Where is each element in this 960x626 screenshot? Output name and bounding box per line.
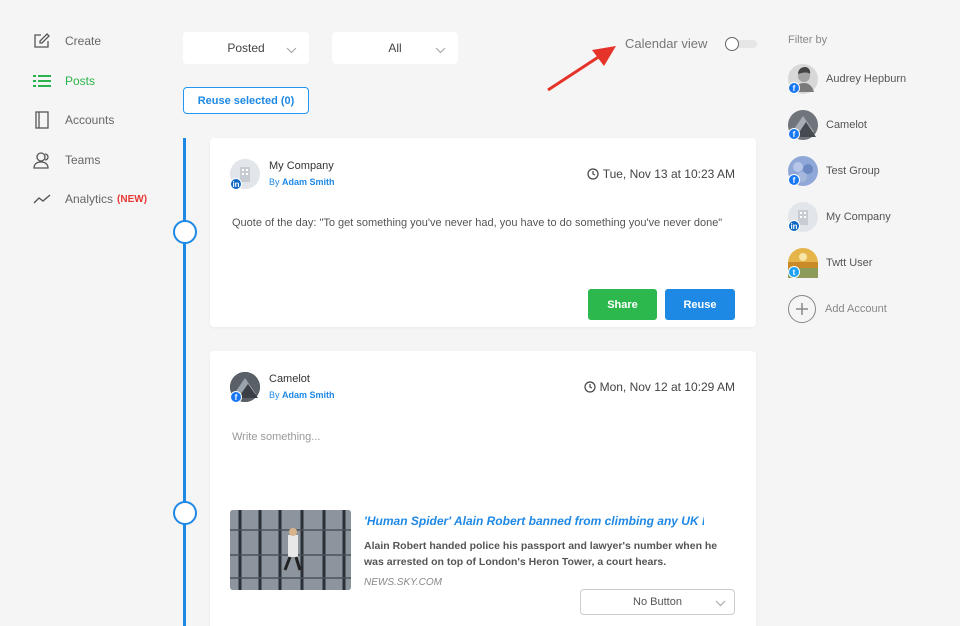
byline: By Adam Smith <box>269 390 335 400</box>
calendar-view-toggle[interactable] <box>725 37 757 51</box>
clock-icon <box>583 381 596 393</box>
filter-account-camelot[interactable]: f Camelot <box>788 110 948 140</box>
reuse-button[interactable]: Reuse <box>665 289 735 320</box>
sidebar: Create Posts Accounts Teams Analytics (N… <box>0 0 175 626</box>
share-button[interactable]: Share <box>588 289 657 320</box>
timeline-node[interactable] <box>173 501 197 525</box>
filter-title: Filter by <box>788 34 828 46</box>
list-icon <box>32 71 52 91</box>
sidebar-item-label: Teams <box>65 153 101 167</box>
chevron-down-icon <box>715 598 726 610</box>
sidebar-item-label: Accounts <box>65 113 115 127</box>
sidebar-item-label: Create <box>65 34 102 48</box>
account-name: Camelot <box>269 373 310 385</box>
sidebar-item-label: Posts <box>65 74 96 88</box>
link-preview-title[interactable]: 'Human Spider' Alain Robert banned from … <box>364 514 704 528</box>
chart-line-icon <box>32 189 52 209</box>
post-time: Tue, Nov 13 at 10:23 AM <box>587 167 735 181</box>
link-preview-description: Alain Robert handed police his passport … <box>364 540 718 568</box>
post-text: Quote of the day: "To get something you'… <box>232 217 723 229</box>
link-preview-source: NEWS.SKY.COM <box>364 577 442 588</box>
cta-button-select[interactable]: No Button <box>580 589 735 615</box>
filter-account-twtt-user[interactable]: t Twtt User <box>788 248 948 278</box>
filter-account-label: My Company <box>826 211 891 223</box>
twitter-icon: t <box>788 266 800 278</box>
clock-icon <box>587 168 599 180</box>
linkedin-icon: in <box>788 220 800 232</box>
book-icon <box>32 110 52 130</box>
calendar-view-label: Calendar view <box>625 36 708 51</box>
sidebar-item-analytics[interactable]: Analytics (NEW) <box>32 188 147 210</box>
facebook-icon: f <box>230 391 242 403</box>
status-filter-value: Posted <box>227 41 265 55</box>
filter-account-label: Camelot <box>826 119 867 131</box>
add-account-button[interactable]: Add Account <box>788 294 948 324</box>
filter-account-label: Audrey Hepburn <box>826 73 907 85</box>
sidebar-item-teams[interactable]: Teams <box>32 149 100 171</box>
sidebar-item-accounts[interactable]: Accounts <box>32 109 114 131</box>
byline: By Adam Smith <box>269 177 335 187</box>
by-prefix: By <box>269 390 280 400</box>
filter-account-test-group[interactable]: f Test Group <box>788 156 948 186</box>
filter-account-label: Twtt User <box>826 257 873 269</box>
avatar: f <box>788 156 818 186</box>
post-text-placeholder[interactable]: Write something... <box>232 431 320 443</box>
edit-icon <box>32 31 52 51</box>
toggle-knob <box>725 37 739 51</box>
arrow-annotation-icon <box>540 40 620 100</box>
sidebar-item-label: Analytics <box>65 192 114 206</box>
avatar: t <box>788 248 818 278</box>
facebook-icon: f <box>788 174 800 186</box>
type-filter-dropdown[interactable]: All <box>332 32 458 64</box>
filter-account-audrey-hepburn[interactable]: f Audrey Hepburn <box>788 64 948 94</box>
filter-account-my-company[interactable]: in My Company <box>788 202 948 232</box>
by-prefix: By <box>269 177 280 187</box>
users-icon <box>32 150 52 170</box>
post-card: in My Company By Adam Smith Tue, Nov 13 … <box>210 138 756 327</box>
facebook-icon: f <box>788 82 800 94</box>
chevron-down-icon <box>286 43 297 57</box>
author-name[interactable]: Adam Smith <box>282 390 335 400</box>
post-time-text: Tue, Nov 13 at 10:23 AM <box>602 167 735 181</box>
filter-account-label: Test Group <box>826 165 880 177</box>
sidebar-item-posts[interactable]: Posts <box>32 70 95 92</box>
avatar: f <box>788 64 818 94</box>
add-account-label: Add Account <box>825 303 887 315</box>
timeline-line <box>183 138 186 626</box>
cta-button-value: No Button <box>633 596 682 608</box>
plus-icon <box>788 295 816 323</box>
chevron-down-icon <box>435 43 446 57</box>
author-name[interactable]: Adam Smith <box>282 177 335 187</box>
account-name: My Company <box>269 160 334 172</box>
linkedin-icon: in <box>230 178 242 190</box>
new-badge: (NEW) <box>117 193 148 205</box>
facebook-icon: f <box>788 128 800 140</box>
avatar: f <box>788 110 818 140</box>
post-time: Mon, Nov 12 at 10:29 AM <box>583 380 735 394</box>
sidebar-item-create[interactable]: Create <box>32 30 101 52</box>
post-time-text: Mon, Nov 12 at 10:29 AM <box>599 380 735 394</box>
post-card: f Camelot By Adam Smith Mon, Nov 12 at 1… <box>210 351 756 626</box>
reuse-selected-button[interactable]: Reuse selected (0) <box>183 87 309 114</box>
timeline-node[interactable] <box>173 220 197 244</box>
status-filter-dropdown[interactable]: Posted <box>183 32 309 64</box>
link-preview-image[interactable] <box>230 510 351 590</box>
avatar: in <box>788 202 818 232</box>
type-filter-value: All <box>388 41 402 55</box>
